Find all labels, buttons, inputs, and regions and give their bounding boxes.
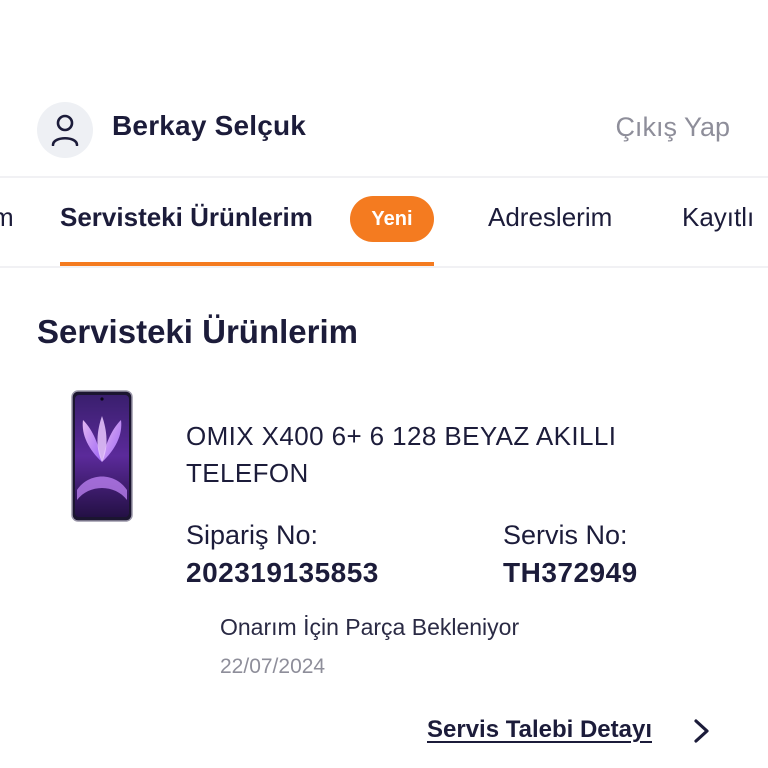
service-number-label: Servis No: xyxy=(503,520,628,550)
tab-previous[interactable]: m xyxy=(0,202,14,233)
service-status: Onarım İçin Parça Bekleniyor xyxy=(220,614,520,640)
tab-service-products[interactable]: Servisteki Ürünlerim xyxy=(60,202,313,233)
service-number: TH372949 xyxy=(503,557,638,588)
avatar xyxy=(37,102,93,158)
product-name: OMIX X400 6+ 6 128 BEYAZ AKILLI TELEFON xyxy=(186,421,617,488)
tab-addresses[interactable]: Adreslerim xyxy=(488,202,612,233)
chevron-right-icon[interactable] xyxy=(690,716,714,746)
status-date: 22/07/2024 xyxy=(220,655,326,678)
order-number-label: Sipariş No: xyxy=(186,520,319,550)
section-title: Servisteki Ürünlerim xyxy=(37,313,358,350)
new-badge: Yeni xyxy=(350,196,434,242)
service-detail-link[interactable]: Servis Talebi Detayı xyxy=(427,716,652,744)
logout-link[interactable]: Çıkış Yap xyxy=(615,112,730,143)
tab-saved[interactable]: Kayıtlı xyxy=(682,202,754,233)
account-tabs: m Servisteki Ürünlerim Yeni Adreslerim K… xyxy=(0,178,768,266)
user-icon xyxy=(51,114,79,146)
user-header: Berkay Selçuk Çıkış Yap xyxy=(0,88,768,174)
user-name: Berkay Selçuk xyxy=(112,110,307,141)
divider xyxy=(0,266,768,268)
product-image xyxy=(71,390,133,522)
order-number: 202319135853 xyxy=(186,557,379,588)
